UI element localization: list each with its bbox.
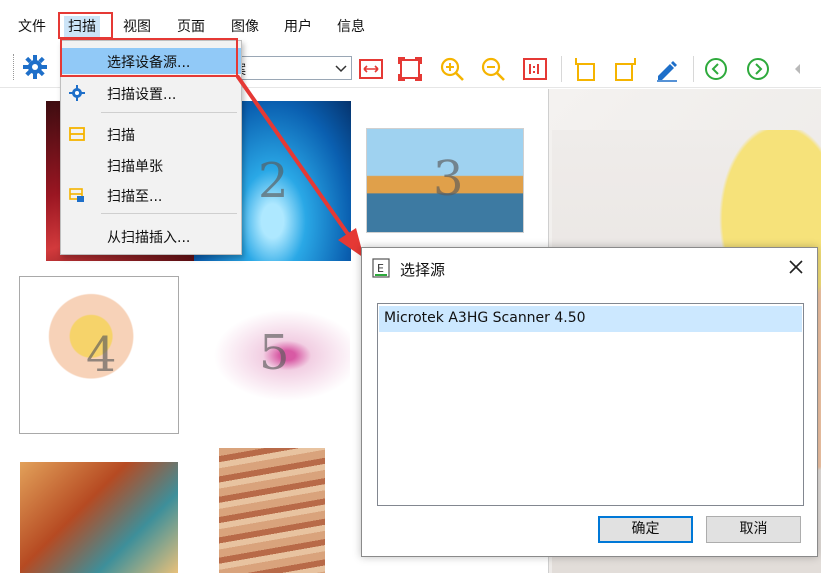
menu-info[interactable]: 信息 (333, 16, 369, 38)
ok-button[interactable]: 确定 (598, 516, 693, 543)
thumbnail-number: 4 (86, 327, 117, 383)
thumbnail-number: 3 (433, 151, 464, 207)
dialog-titlebar[interactable]: E 选择源 (362, 248, 817, 288)
toolbar-separator (561, 56, 562, 82)
profile-combobox[interactable]: 案 (228, 56, 352, 80)
menu-item-label: 从扫描插入... (107, 230, 191, 246)
thumbnail-6[interactable] (20, 462, 178, 573)
fit-width-icon[interactable] (358, 56, 384, 82)
cancel-button[interactable]: 取消 (706, 516, 801, 543)
source-list[interactable]: Microtek A3HG Scanner 4.50 (377, 303, 804, 506)
fit-page-icon[interactable] (397, 56, 423, 82)
dialog-app-icon: E (372, 258, 390, 278)
zoom-out-icon[interactable] (480, 56, 506, 82)
thumbnail-4[interactable]: 4 (19, 276, 179, 434)
previous-page-icon[interactable] (703, 56, 729, 82)
menu-item-insert-from-scan[interactable]: 从扫描插入... (61, 223, 241, 249)
menu-separator (101, 112, 237, 113)
thumbnail-5[interactable]: 5 (193, 297, 350, 414)
menu-user[interactable]: 用户 (280, 16, 316, 38)
menu-item-scan-settings[interactable]: 扫描设置... (61, 80, 241, 106)
scanner-icon (69, 126, 85, 142)
menu-item-label: 扫描单张 (107, 159, 163, 175)
scan-to-file-icon (69, 187, 85, 203)
dialog-app-icon-letter: E (377, 262, 384, 275)
thumbnail-7[interactable] (219, 448, 325, 573)
menu-page[interactable]: 页面 (173, 16, 209, 38)
toolbar-grip[interactable] (13, 54, 16, 80)
menu-bar: 文件 扫描 视图 页面 图像 用户 信息 (0, 14, 821, 40)
menu-image[interactable]: 图像 (227, 16, 263, 38)
menu-view[interactable]: 视图 (119, 16, 155, 38)
thumbnail-3[interactable]: 3 (366, 128, 524, 233)
scroll-left-icon[interactable] (790, 56, 804, 82)
annotation-highlight-select-source (60, 38, 238, 77)
source-list-item[interactable]: Microtek A3HG Scanner 4.50 (379, 306, 802, 332)
edit-pen-icon[interactable] (654, 56, 680, 82)
menu-separator (101, 213, 237, 214)
menu-file[interactable]: 文件 (14, 16, 50, 38)
menu-item-scan-to[interactable]: 扫描至... (61, 182, 241, 208)
annotation-highlight-scan-menu (58, 12, 113, 39)
chevron-down-icon[interactable] (334, 59, 348, 77)
menu-item-scan-single[interactable]: 扫描单张 (61, 152, 241, 178)
gear-icon (69, 85, 85, 101)
next-page-icon[interactable] (745, 56, 771, 82)
menu-item-label: 扫描至... (107, 189, 163, 205)
menu-item-scan[interactable]: 扫描 (61, 121, 241, 147)
menu-item-label: 扫描设置... (107, 87, 177, 103)
close-icon[interactable] (785, 256, 807, 278)
thumbnail-number: 5 (259, 325, 290, 381)
toolbar-separator (693, 56, 694, 82)
source-list-item-label: Microtek A3HG Scanner 4.50 (384, 310, 586, 326)
thumbnail-number: 2 (258, 153, 289, 209)
gear-icon[interactable] (22, 54, 48, 80)
zoom-in-icon[interactable] (439, 56, 465, 82)
menu-item-label: 扫描 (107, 128, 135, 144)
rotate-right-icon[interactable] (613, 56, 639, 82)
select-source-dialog: E 选择源 Microtek A3HG Scanner 4.50 确定 取消 (361, 247, 818, 557)
actual-size-icon[interactable] (522, 56, 548, 82)
rotate-left-icon[interactable] (572, 56, 598, 82)
dialog-title: 选择源 (400, 261, 446, 279)
